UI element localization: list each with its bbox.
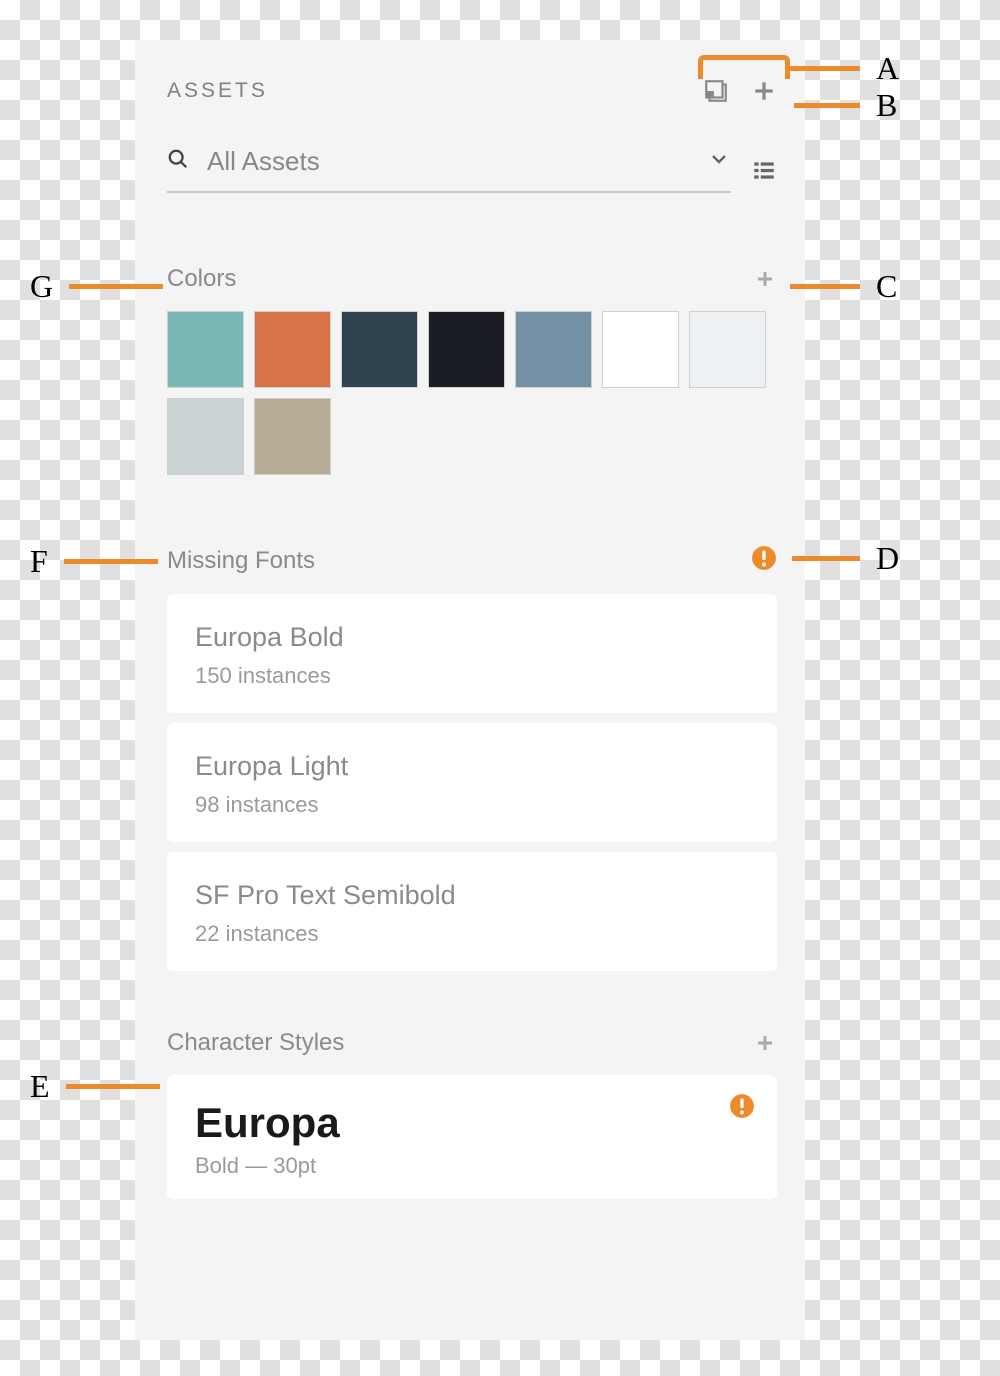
color-swatch[interactable] xyxy=(167,398,244,475)
font-instance-count: 22 instances xyxy=(195,921,749,947)
color-swatch[interactable] xyxy=(341,311,418,388)
search-input[interactable]: All Assets xyxy=(167,146,731,193)
character-style-card[interactable]: Europa Bold — 30pt xyxy=(167,1075,777,1199)
missing-fonts-title: Missing Fonts xyxy=(167,547,315,575)
add-style-icon[interactable] xyxy=(753,1031,777,1055)
character-styles-section: Character Styles Europa Bold — 30pt xyxy=(135,1029,805,1199)
font-name: Europa Light xyxy=(195,751,749,782)
panel-title: ASSETS xyxy=(167,79,268,103)
callout-d: D xyxy=(792,540,899,577)
search-label: All Assets xyxy=(207,146,689,177)
style-desc: Bold — 30pt xyxy=(195,1153,749,1179)
color-swatch[interactable] xyxy=(167,311,244,388)
color-swatches xyxy=(167,311,777,475)
colors-title: Colors xyxy=(167,265,236,293)
callout-e: E xyxy=(30,1068,160,1105)
search-row: All Assets xyxy=(135,104,805,193)
callout-f: F xyxy=(30,543,158,580)
assets-panel: ASSETS xyxy=(135,40,805,1340)
callout-a: A xyxy=(698,55,899,87)
font-instance-count: 98 instances xyxy=(195,792,749,818)
missing-font-card[interactable]: SF Pro Text Semibold 22 instances xyxy=(167,852,777,971)
missing-fonts-header: Missing Fonts xyxy=(167,545,777,576)
color-swatch[interactable] xyxy=(515,311,592,388)
callout-b: B xyxy=(794,87,897,124)
color-swatch[interactable] xyxy=(602,311,679,388)
color-swatch[interactable] xyxy=(428,311,505,388)
char-styles-title: Character Styles xyxy=(167,1029,344,1057)
font-name: Europa Bold xyxy=(195,622,749,653)
add-color-icon[interactable] xyxy=(753,267,777,291)
char-styles-header: Character Styles xyxy=(167,1029,777,1057)
search-icon xyxy=(167,148,189,175)
missing-font-card[interactable]: Europa Bold 150 instances xyxy=(167,594,777,713)
colors-header: Colors xyxy=(167,265,777,293)
color-swatch[interactable] xyxy=(689,311,766,388)
warning-icon xyxy=(729,1093,755,1124)
colors-section: Colors xyxy=(135,265,805,475)
chevron-down-icon[interactable] xyxy=(707,147,731,176)
font-name: SF Pro Text Semibold xyxy=(195,880,749,911)
callout-c: C xyxy=(790,268,897,305)
missing-fonts-section: Missing Fonts Europa Bold150 instancesEu… xyxy=(135,545,805,971)
warning-icon[interactable] xyxy=(751,545,777,576)
color-swatch[interactable] xyxy=(254,311,331,388)
callout-g: G xyxy=(30,268,163,305)
style-name: Europa xyxy=(195,1099,749,1147)
missing-font-card[interactable]: Europa Light 98 instances xyxy=(167,723,777,842)
font-instance-count: 150 instances xyxy=(195,663,749,689)
color-swatch[interactable] xyxy=(254,398,331,475)
list-view-icon[interactable] xyxy=(751,157,777,183)
